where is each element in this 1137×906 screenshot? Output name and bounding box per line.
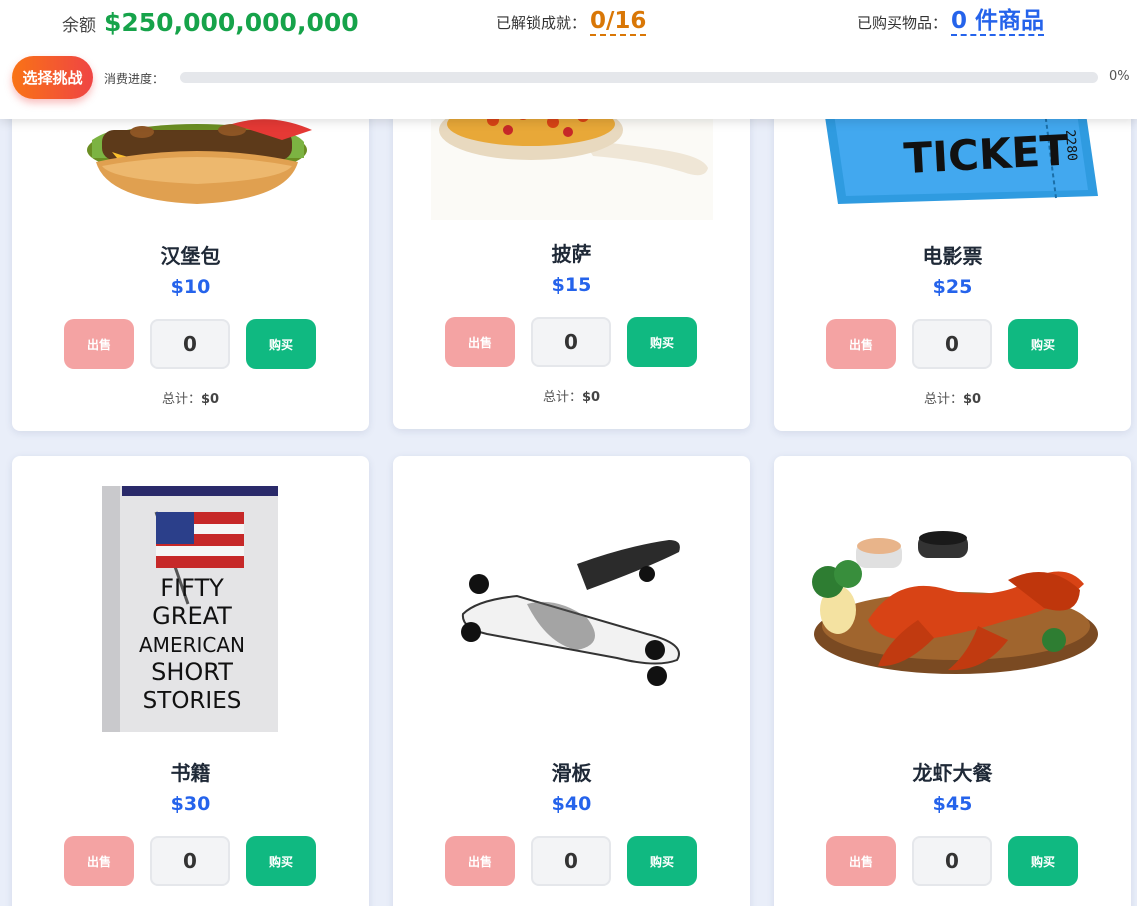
achievements-value[interactable]: 0/16 (590, 8, 647, 37)
product-name: 披萨 (551, 242, 592, 266)
buy-button[interactable]: 购买 (246, 319, 316, 369)
buy-button[interactable]: 购买 (1008, 319, 1078, 369)
sell-button[interactable]: 出售 (826, 319, 896, 369)
quantity-controls: 出售 购买 (826, 319, 1078, 369)
book-image: FIFTY GREAT AMERICAN SHORT STORIES (102, 486, 278, 732)
book-title-line-3: AMERICAN (139, 633, 245, 657)
bought-items-value[interactable]: 0 件商品 (951, 8, 1045, 37)
product-name: 书籍 (170, 761, 211, 785)
product-name: 汉堡包 (160, 244, 221, 268)
quantity-input[interactable] (150, 319, 230, 369)
buy-button[interactable]: 购买 (1008, 836, 1078, 886)
sell-button[interactable]: 出售 (826, 836, 896, 886)
product-price: $10 (170, 276, 211, 298)
quantity-controls: 出售 购买 (64, 836, 316, 886)
buy-button[interactable]: 购买 (627, 317, 697, 367)
ticket-image-number: 2280 (1062, 129, 1079, 161)
product-total: 总计：$0 (774, 388, 1131, 407)
product-card-book: FIFTY GREAT AMERICAN SHORT STORIES 书籍 $3… (12, 456, 369, 906)
sell-button[interactable]: 出售 (445, 317, 515, 367)
quantity-input[interactable] (150, 836, 230, 886)
total-value: $0 (581, 390, 601, 405)
product-total: 总计：$0 (393, 386, 750, 405)
product-price: $45 (932, 793, 973, 815)
quantity-controls: 出售 购买 (445, 317, 697, 367)
bought-items-label: 已购买物品： (857, 14, 948, 32)
book-title-line-4: SHORT (151, 658, 233, 686)
balance-stat: 余额 $250,000,000,000 (62, 8, 359, 37)
spending-progress-label: 消费进度： (104, 72, 165, 86)
product-card-skateboard: 滑板 $40 出售 购买 (393, 456, 750, 906)
quantity-input[interactable] (912, 319, 992, 369)
book-title-line-1: FIFTY (160, 574, 224, 602)
product-price: $25 (932, 276, 973, 298)
stats-header: 余额 $250,000,000,000 已解锁成就： 0/16 已购买物品： 0… (0, 0, 1137, 119)
balance-value: $250,000,000,000 (104, 8, 359, 37)
total-label: 总计： (542, 390, 582, 405)
sell-button[interactable]: 出售 (445, 836, 515, 886)
book-title-line-2: GREAT (152, 602, 232, 630)
product-name: 电影票 (922, 244, 983, 268)
buy-button[interactable]: 购买 (246, 836, 316, 886)
shop-page: 汉堡包 $10 出售 购买 总计：$0 披萨 $15 出售 购买 (0, 0, 1137, 906)
product-price: $40 (551, 793, 592, 815)
total-value: $0 (962, 392, 982, 407)
quantity-input[interactable] (912, 836, 992, 886)
spending-progress-percent: 0% (1109, 69, 1130, 84)
achievements-label: 已解锁成就： (496, 14, 587, 32)
sell-button[interactable]: 出售 (64, 836, 134, 886)
quantity-input[interactable] (531, 836, 611, 886)
quantity-controls: 出售 购买 (64, 319, 316, 369)
total-label: 总计： (923, 392, 963, 407)
total-value: $0 (200, 392, 220, 407)
product-card-lobster: 龙虾大餐 $45 出售 购买 (774, 456, 1131, 906)
select-challenge-button[interactable]: 选择挑战 (12, 56, 93, 99)
quantity-controls: 出售 购买 (445, 836, 697, 886)
achievements-stat: 已解锁成就： 0/16 (496, 8, 647, 37)
product-price: $30 (170, 793, 211, 815)
sell-button[interactable]: 出售 (64, 319, 134, 369)
book-title-line-5: STORIES (143, 688, 242, 714)
total-label: 总计： (161, 392, 201, 407)
bought-items-stat: 已购买物品： 0 件商品 (857, 8, 1045, 37)
quantity-input[interactable] (531, 317, 611, 367)
buy-button[interactable]: 购买 (627, 836, 697, 886)
spending-progress-bar (180, 72, 1098, 83)
product-name: 滑板 (551, 761, 592, 785)
skateboard-image (461, 540, 680, 686)
ticket-image-text: TICKET (903, 126, 1071, 184)
product-total: 总计：$0 (12, 388, 369, 407)
product-price: $15 (551, 274, 592, 296)
lobster-image (812, 531, 1098, 674)
product-name: 龙虾大餐 (912, 761, 993, 785)
quantity-controls: 出售 购买 (826, 836, 1078, 886)
balance-label: 余额 (62, 16, 96, 36)
